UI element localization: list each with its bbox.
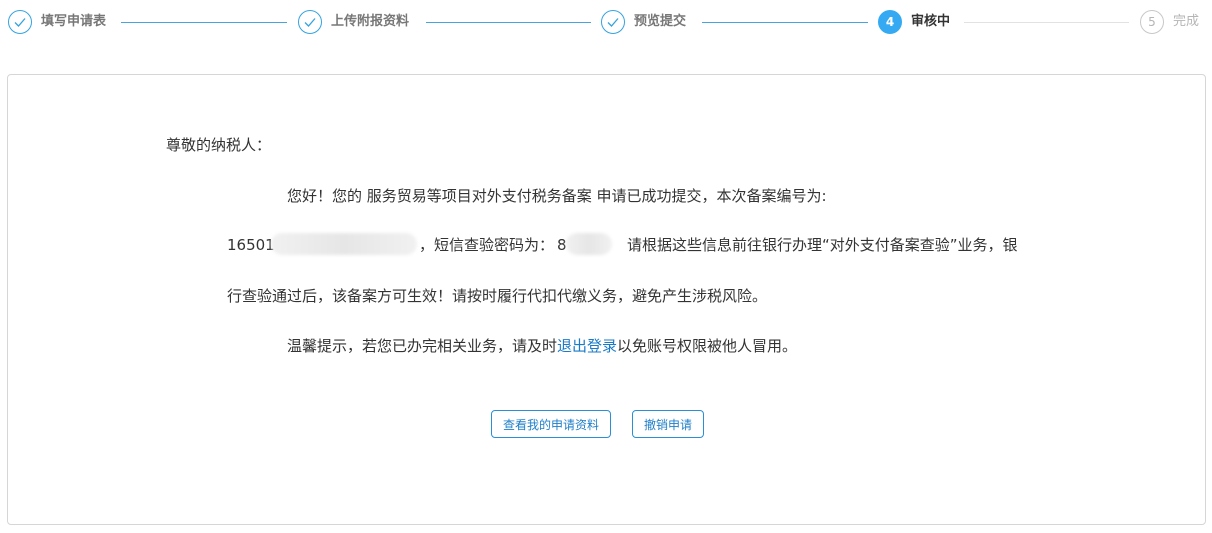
step-4-number: 4 bbox=[878, 10, 902, 34]
view-application-button[interactable]: 查看我的申请资料 bbox=[491, 410, 611, 438]
step-5-label: 完成 bbox=[1173, 14, 1200, 29]
step-connector-4 bbox=[964, 22, 1129, 23]
tip-text-after: 以免账号权限被他人冒用。 bbox=[617, 337, 798, 355]
step-5-number: 5 bbox=[1140, 10, 1164, 34]
sms-code-label: ，短信查验密码为： bbox=[419, 236, 555, 254]
filing-number-prefix: 16501 bbox=[227, 236, 275, 254]
tip-text-before: 温馨提示，若您已办完相关业务，请及时 bbox=[287, 337, 558, 355]
step-3-label: 预览提交 bbox=[634, 14, 687, 29]
step-connector-2 bbox=[426, 22, 591, 23]
sms-code-redacted bbox=[566, 233, 612, 255]
progress-stepper: 填写申请表 上传附报资料 预览提交 4 审核中 5 完成 bbox=[0, 0, 1212, 48]
result-panel: 尊敬的纳税人： 您好！您的 服务贸易等项目对外支付税务备案 申请已成功提交，本次… bbox=[7, 74, 1206, 525]
step-4-label: 审核中 bbox=[911, 14, 951, 29]
tip-text: 温馨提示，若您已办完相关业务，请及时退出登录以免账号权限被他人冒用。 bbox=[287, 336, 797, 356]
step-3-check-icon bbox=[601, 10, 625, 34]
logout-link[interactable]: 退出登录 bbox=[557, 337, 617, 355]
step-2-check-icon bbox=[298, 10, 322, 34]
submit-success-text: 您好！您的 服务贸易等项目对外支付税务备案 申请已成功提交，本次备案编号为: bbox=[287, 187, 827, 205]
step-1-check-icon bbox=[8, 10, 32, 34]
filing-number-redacted bbox=[271, 233, 417, 255]
step-connector-1 bbox=[121, 22, 287, 23]
bank-instruction-text: 请根据这些信息前往银行办理“对外支付备案查验”业务，银 bbox=[627, 236, 1018, 254]
tax-obligation-text: 行查验通过后，该备案方可生效！请按时履行代扣代缴义务，避免产生涉税风险。 bbox=[227, 287, 768, 305]
step-1-label: 填写申请表 bbox=[41, 14, 107, 29]
cancel-application-button[interactable]: 撤销申请 bbox=[632, 410, 704, 438]
step-connector-3 bbox=[702, 22, 868, 23]
step-2-label: 上传附报资料 bbox=[331, 14, 410, 29]
greeting-text: 尊敬的纳税人： bbox=[166, 136, 272, 154]
